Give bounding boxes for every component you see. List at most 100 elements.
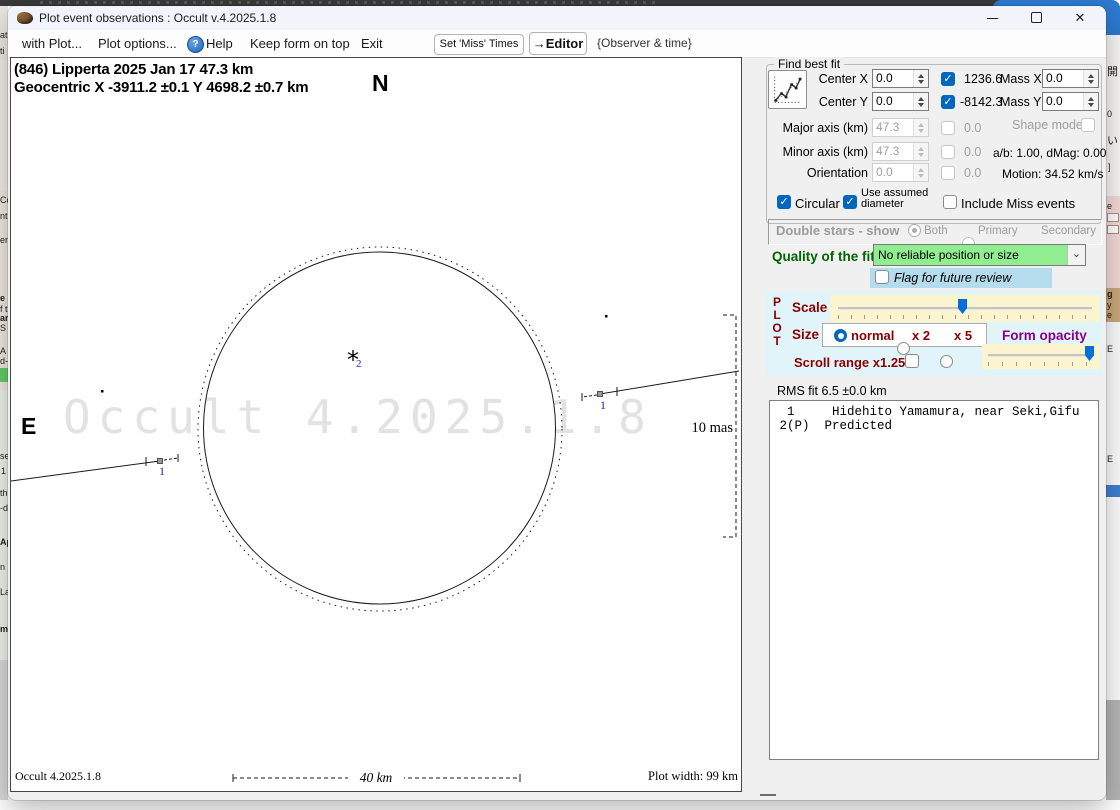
footer-plot-width: Plot width: 99 km [591, 769, 738, 784]
spinner-arrows[interactable] [1083, 93, 1098, 110]
menu-keep-on-top[interactable]: Keep form on top [250, 30, 350, 57]
mass-y-spinner[interactable]: 0.0 [1042, 92, 1099, 111]
use-assumed-diameter-checkbox[interactable]: ✓ [843, 195, 857, 209]
menu-exit[interactable]: Exit [361, 30, 383, 57]
chevron-down-icon[interactable]: ⌄ [1067, 245, 1085, 265]
spinner-arrows [913, 143, 928, 160]
size-label: Size [792, 327, 819, 342]
x-offset-checkbox[interactable]: ✓ [941, 72, 955, 86]
screen: at ti Co nt er e f t ar S A d- se 1 th -… [0, 0, 1120, 810]
plot-canvas[interactable]: (846) Lipperta 2025 Jan 17 47.3 km Geoce… [10, 57, 742, 792]
rms-fit-label: RMS fit 6.5 ±0.0 km [777, 384, 887, 398]
minor-axis-label: Minor axis (km) [748, 145, 868, 159]
scale-slider-thumb[interactable] [958, 299, 967, 314]
scroll-range-label: Scroll range x1.25 [794, 355, 905, 370]
window-edge-fragment: ti [0, 47, 5, 56]
window-edge-fragment: -d [0, 504, 8, 513]
window-edge-fragment: g [1107, 290, 1113, 299]
window-edge-fragment: m [0, 625, 8, 634]
minor-axis-spinner[interactable]: 47.3 [872, 142, 929, 161]
occultation-plot: 1 1 * 2 10 mas [11, 58, 741, 791]
major-offset-checkbox [941, 121, 955, 135]
scroll-range-checkbox[interactable] [905, 354, 919, 368]
orientation-spinner[interactable]: 0.0 [872, 163, 929, 182]
observer-row[interactable]: 1 Hidehito Yamamura, near Seki,Gifu [772, 405, 1098, 419]
include-miss-checkbox[interactable] [943, 195, 957, 209]
spinner-arrows [913, 119, 928, 136]
menu-with-plot[interactable]: with Plot... [22, 30, 82, 57]
window-edge-fragment: 1 [1, 467, 6, 476]
double-stars-primary-label: Primary [978, 225, 1018, 237]
background-window-right-sliver: 開 0 い ] e g y e E E [1106, 35, 1120, 800]
help-icon[interactable]: ? [187, 36, 204, 53]
title-bar[interactable]: Plot event observations : Occult v.4.202… [8, 6, 1106, 30]
menu-help[interactable]: Help [206, 30, 233, 57]
form-opacity-slider[interactable] [982, 344, 1100, 369]
menu-plot-options[interactable]: Plot options... [98, 30, 177, 57]
background-top-strip-texture [40, 1, 660, 4]
maximize-button[interactable] [1014, 6, 1058, 30]
scale-slider[interactable] [830, 295, 1100, 322]
window-edge-fragment: 開 [1107, 68, 1118, 77]
mass-y-label: Mass Y [1000, 95, 1041, 109]
observer-row[interactable]: 2(P) Predicted [772, 419, 1098, 433]
app-window: Plot event observations : Occult v.4.202… [8, 6, 1106, 800]
chord-right-label: 1 [600, 398, 606, 412]
app-icon [17, 12, 33, 24]
window-edge-fragment: ] [1108, 163, 1111, 172]
quality-label: Quality of the fit [772, 249, 875, 264]
window-edge-fragment: e [0, 294, 5, 303]
center-x-label: Center X [783, 72, 868, 86]
shape-model-checkbox [1081, 118, 1095, 132]
window-edge-fragment: n [0, 563, 5, 572]
major-axis-label: Major axis (km) [748, 121, 868, 135]
x-offset-value: 1236.6 [964, 72, 1002, 86]
shape-model-label: Shape model [1012, 118, 1086, 132]
quality-value: No reliable position or size [878, 246, 1019, 265]
minimize-button[interactable] [970, 6, 1014, 30]
ab-dmag-label: a/b: 1.00, dMag: 0.00 [993, 146, 1106, 160]
plot-vertical-label: PLOT [771, 296, 783, 348]
center-x-spinner[interactable]: 0.0 [872, 69, 929, 88]
major-axis-spinner[interactable]: 47.3 [872, 118, 929, 137]
y-offset-checkbox[interactable]: ✓ [941, 95, 955, 109]
scale-label: Scale [792, 300, 827, 315]
window-edge-fragment: E [1107, 455, 1113, 464]
flag-review-checkbox[interactable] [875, 270, 889, 284]
find-best-fit-label: Find best fit [774, 57, 844, 71]
flag-review-label: Flag for future review [894, 271, 1011, 285]
use-assumed-diameter-label: Use assumed diameter [861, 188, 935, 210]
window-edge-fragment: S [0, 324, 6, 333]
size-x5-radio[interactable] [940, 355, 953, 368]
mas-scale-label: 10 mas [692, 420, 734, 436]
resize-handle[interactable] [760, 794, 776, 796]
circular-checkbox[interactable]: ✓ [777, 195, 791, 209]
center-y-spinner[interactable]: 0.0 [872, 92, 929, 111]
star-marker-label: 2 [356, 358, 362, 370]
editor-button[interactable]: →Editor [529, 32, 587, 55]
window-edge-fragment: th [0, 489, 8, 498]
close-button[interactable]: ✕ [1058, 6, 1102, 30]
window-edge-fragment: ar [0, 314, 8, 323]
observer-listbox[interactable]: 1 Hidehito Yamamura, near Seki,Gifu 2(P)… [769, 400, 1099, 760]
orientation-offset-value: 0.0 [964, 166, 981, 180]
mass-x-spinner[interactable]: 0.0 [1042, 69, 1099, 88]
quality-dropdown[interactable]: No reliable position or size ⌄ [873, 244, 1086, 266]
window-edge-fragment: se [0, 452, 8, 461]
size-normal-radio[interactable] [834, 329, 847, 342]
window-edge-fragment: A [0, 347, 6, 356]
background-window-left-sliver: at ti Co nt er e f t ar S A d- se 1 th -… [0, 6, 8, 800]
set-miss-times-button[interactable]: Set 'Miss' Times [434, 34, 524, 55]
major-offset-value: 0.0 [964, 121, 981, 135]
center-y-label: Center Y [783, 95, 868, 109]
form-opacity-slider-thumb[interactable] [1085, 346, 1094, 361]
spinner-arrows[interactable] [1083, 70, 1098, 87]
window-edge-fragment: er [0, 236, 8, 245]
orientation-offset-checkbox [941, 166, 955, 180]
spinner-arrows[interactable] [913, 70, 928, 87]
footer-version: Occult 4.2025.1.8 [15, 769, 101, 784]
window-edge-fragment: 0 [1107, 110, 1112, 119]
y-offset-value: -8142.3 [960, 95, 1002, 109]
spinner-arrows[interactable] [913, 93, 928, 110]
observer-time-label: {Observer & time} [597, 30, 692, 57]
